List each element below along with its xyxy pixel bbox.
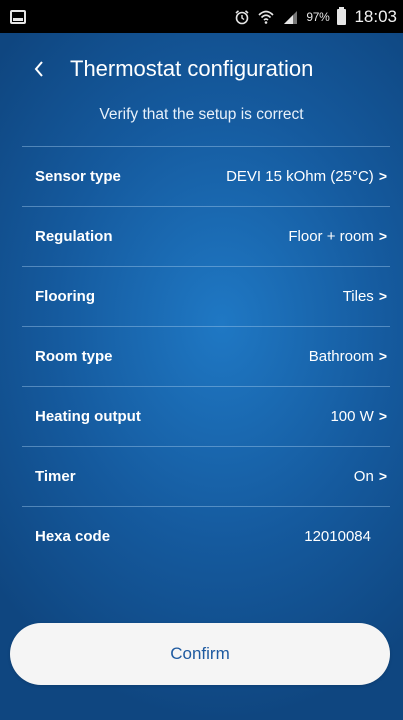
battery-icon (337, 6, 347, 25)
chevron-right-icon: > (378, 348, 387, 364)
setting-label: Sensor type (35, 168, 121, 185)
chevron-left-icon (34, 61, 43, 77)
page-title: Thermostat configuration (70, 56, 314, 81)
setting-row-room-type[interactable]: Room type Bathroom > (22, 326, 390, 386)
setting-label: Regulation (35, 228, 113, 245)
setting-label: Heating output (35, 408, 141, 425)
chevron-right-icon: > (378, 288, 387, 304)
setting-row-hexa-code: Hexa code 12010084 (22, 506, 390, 566)
setting-row-flooring[interactable]: Flooring Tiles > (22, 266, 390, 326)
setting-value: Tiles > (342, 288, 387, 305)
chevron-right-icon: > (378, 408, 387, 424)
setting-value: 100 W > (330, 408, 387, 425)
setting-value: DEVI 15 kOhm (25°C) > (226, 168, 387, 185)
screenshot-notification-icon (10, 9, 26, 24)
alarm-icon (235, 9, 249, 24)
confirm-button[interactable]: Confirm (10, 623, 390, 685)
setting-row-sensor-type[interactable]: Sensor type DEVI 15 kOhm (25°C) > (22, 146, 390, 206)
setting-label: Room type (35, 348, 113, 365)
status-icons: 97% 18:03 (234, 6, 397, 27)
setting-row-regulation[interactable]: Regulation Floor + room > (22, 206, 390, 266)
setting-value: 12010084 (304, 528, 371, 545)
confirm-button-label: Confirm (170, 644, 230, 663)
setting-value: Bathroom > (308, 348, 387, 365)
header: Thermostat configuration (0, 52, 403, 88)
chevron-right-icon: > (378, 468, 387, 484)
setting-value: Floor + room > (288, 228, 387, 245)
wifi-icon (258, 10, 274, 24)
signal-icon (284, 10, 298, 24)
subtitle: Verify that the setup is correct (99, 106, 304, 123)
setting-label: Flooring (35, 288, 95, 305)
setting-label: Hexa code (35, 528, 111, 545)
chevron-right-icon: > (378, 168, 387, 184)
setting-row-timer[interactable]: Timer On > (22, 446, 390, 506)
setting-value: On > (353, 468, 387, 485)
setting-row-heating-output[interactable]: Heating output 100 W > (22, 386, 390, 446)
settings-list: Sensor type DEVI 15 kOhm (25°C) > Regulat… (22, 146, 390, 566)
back-button[interactable] (24, 54, 54, 84)
status-bar: 97% 18:03 (0, 0, 403, 33)
chevron-right-icon: > (378, 228, 387, 244)
clock: 18:03 (354, 6, 397, 26)
battery-percentage: 97% (306, 9, 330, 24)
setting-label: Timer (35, 468, 76, 485)
